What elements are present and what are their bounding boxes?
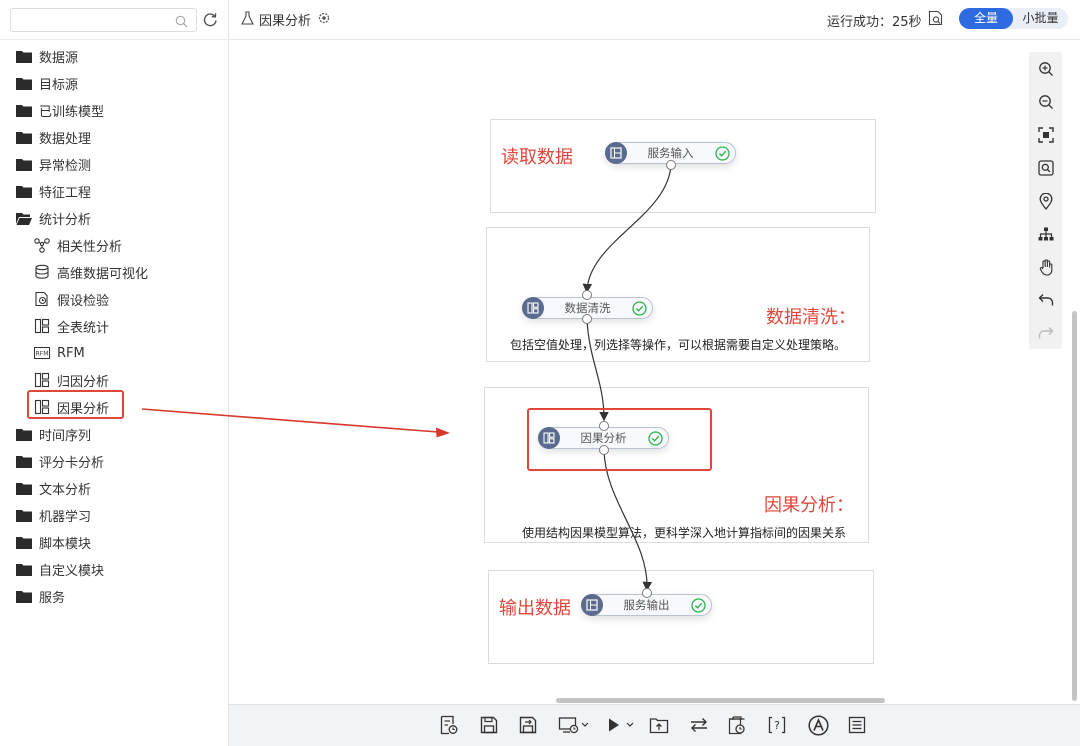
export-icon[interactable]	[648, 714, 670, 736]
notes-icon[interactable]	[847, 714, 867, 736]
run-log-icon[interactable]	[439, 714, 459, 736]
annotation-arrow	[141, 408, 450, 438]
save-as-icon[interactable]	[518, 714, 538, 736]
bottom-toolbar: ?	[229, 704, 1080, 746]
svg-text:?: ?	[774, 719, 780, 732]
history-icon[interactable]	[727, 714, 747, 736]
schedule-icon[interactable]	[557, 714, 591, 736]
sync-icon[interactable]	[688, 714, 710, 736]
help-icon[interactable]: ?	[767, 714, 787, 736]
assistant-icon[interactable]	[807, 714, 829, 736]
run-icon[interactable]	[604, 714, 638, 736]
save-icon[interactable]	[479, 714, 499, 736]
